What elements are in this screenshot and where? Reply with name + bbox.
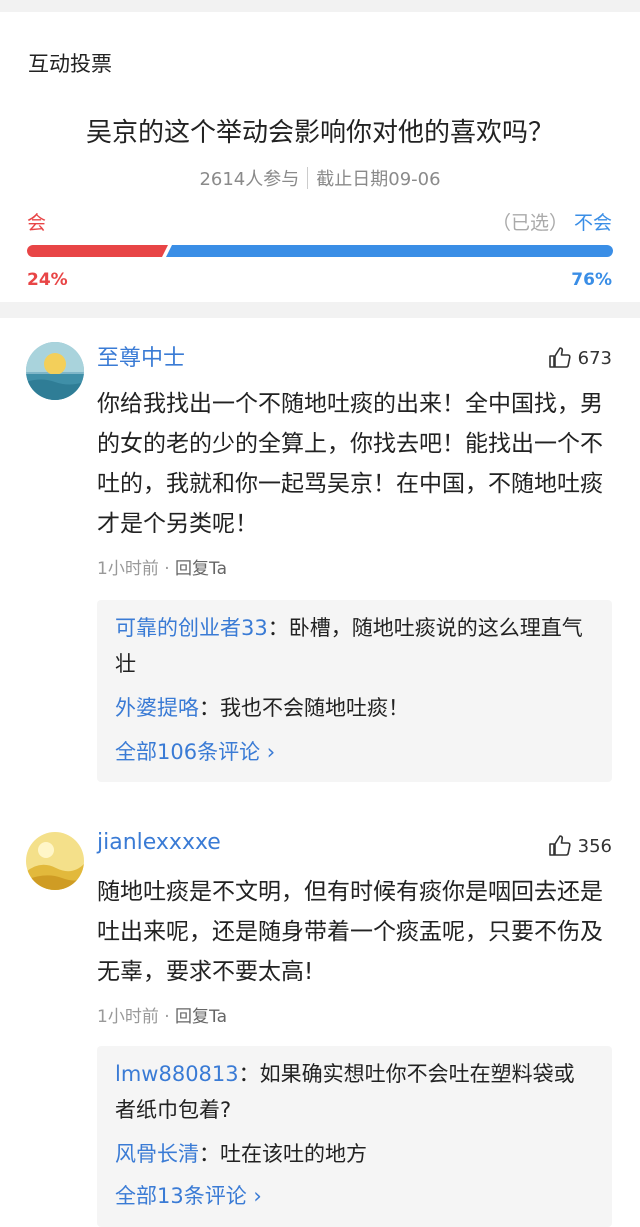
reply-item[interactable]: 可靠的创业者33：卧槽，随地吐痰说的这么理直气壮 [115,610,595,682]
reply-button[interactable]: 回复Ta [175,559,227,579]
reply-author[interactable]: 外婆提咯 [115,696,199,720]
comment-meta: 1小时前 · 回复Ta [97,554,227,579]
meta-divider [307,167,309,189]
comment-item: jianlexxxxe 356 随地吐痰是不文明，但有时候有痰你是咽回去还是吐出… [0,808,640,1227]
comment-time: 1小时前 [97,1007,159,1027]
username[interactable]: jianlexxxxe [97,830,221,855]
reply-text: ：我也不会随地吐痰！ [199,696,409,720]
comment-text: 你给我找出一个不随地吐痰的出来！全中国找，男的女的老的少的全算上，你找去吧！能找… [97,391,603,537]
reply-item[interactable]: 风骨长清：吐在该吐的地方 [115,1136,595,1172]
vote-bar [27,245,613,257]
like-count: 673 [577,347,612,369]
reply-box: 可靠的创业者33：卧槽，随地吐痰说的这么理直气壮 外婆提咯：我也不会随地吐痰！ … [97,600,612,782]
participant-count: 2614人参与 [199,169,300,190]
reply-box: lmw880813：如果确实想吐你不会吐在塑料袋或者纸巾包着? 风骨长清：吐在该… [97,1046,612,1227]
view-all-comments-link[interactable]: 全部13条评论 › [115,1180,262,1210]
like-button[interactable]: 673 [548,346,612,370]
option-no[interactable]: （已选） 不会 [492,208,612,235]
avatar[interactable] [26,342,84,400]
avatar[interactable] [26,832,84,890]
option-yes[interactable]: 会 [27,208,46,235]
poll-meta: 2614人参与 截止日期09-06 [0,165,640,191]
reply-text: ：吐在该吐的地方 [199,1142,367,1166]
vote-bar-yes [27,245,158,257]
view-all-comments-link[interactable]: 全部106条评论 › [115,736,275,766]
reply-button[interactable]: 回复Ta [175,1007,227,1027]
reply-author[interactable]: lmw880813 [115,1062,239,1086]
poll-question: 吴京的这个举动会影响你对他的喜欢吗？ [85,118,554,148]
percent-yes: 24% [27,270,68,290]
poll-card: 互动投票 吴京的这个举动会影响你对他的喜欢吗？ 2614人参与 截止日期09-06… [0,12,640,302]
comment-item: 至尊中士 673 你给我找出一个不随地吐痰的出来！全中国找，男的女的老的少的全算… [0,318,640,808]
vote-bar-divider [158,245,178,257]
selected-marker: （已选） [491,212,568,234]
comment-time: 1小时前 [97,559,159,579]
reply-item[interactable]: 外婆提咯：我也不会随地吐痰！ [115,690,595,726]
meta-dot: · [164,1007,170,1027]
reply-item[interactable]: lmw880813：如果确实想吐你不会吐在塑料袋或者纸巾包着? [115,1056,595,1128]
comment-meta: 1小时前 · 回复Ta [97,1002,227,1027]
deadline: 截止日期09-06 [316,169,441,190]
username[interactable]: 至尊中士 [97,340,185,372]
like-button[interactable]: 356 [548,834,612,858]
reply-author[interactable]: 风骨长清 [115,1142,199,1166]
poll-title: 互动投票 [28,52,112,76]
thumbs-up-icon [548,347,571,368]
thumbs-up-icon [548,835,571,856]
option-no-label: 不会 [573,212,612,234]
like-count: 356 [577,835,612,857]
meta-dot: · [164,559,170,579]
comment-text: 随地吐痰是不文明，但有时候有痰你是咽回去还是吐出来呢，还是随身带着一个痰盂呢，只… [97,879,603,985]
percent-no: 76% [571,270,612,290]
vote-bar-no [178,245,613,257]
reply-author[interactable]: 可靠的创业者33 [115,616,268,640]
